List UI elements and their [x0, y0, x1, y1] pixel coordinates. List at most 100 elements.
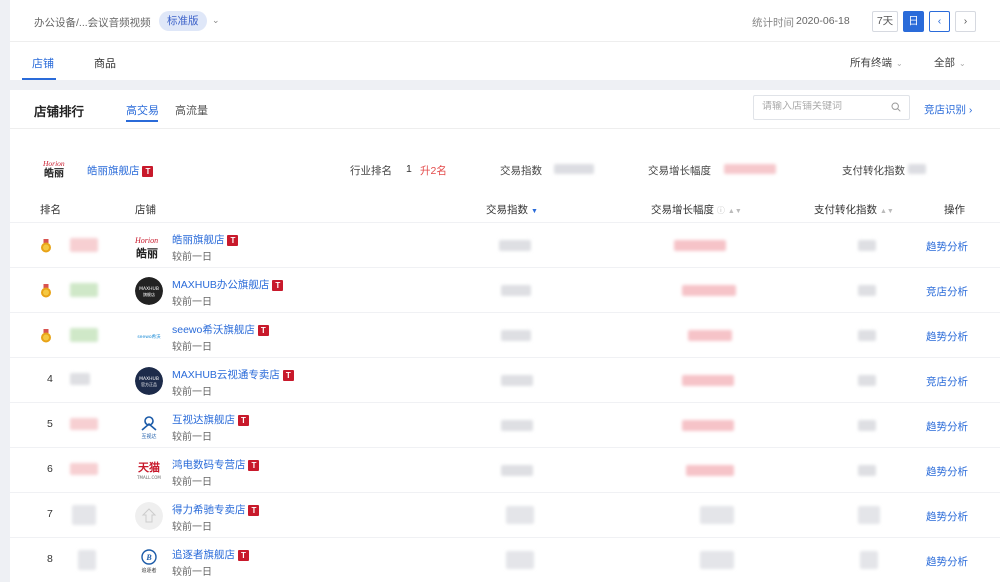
rank-change-masked [70, 328, 98, 342]
stat-date: 2020-06-18 [796, 15, 850, 27]
col-conversion-index-label: 支付转化指数 [814, 204, 877, 216]
svg-text:Horion: Horion [135, 236, 158, 245]
svg-text:皓丽: 皓丽 [44, 167, 64, 179]
svg-text:Horion: Horion [43, 159, 65, 168]
gold-medal-icon [41, 284, 51, 298]
shop-name: 得力希驰专卖店 [172, 504, 246, 516]
subtab-high-trade[interactable]: 高交易 [126, 102, 159, 118]
trade-growth-masked [724, 164, 776, 174]
trade-growth-label: 交易增长幅度 [648, 165, 711, 177]
shop-name: MAXHUB办公旗舰店 [172, 279, 270, 291]
shop-name-link[interactable]: 鸿电数码专营店 T [172, 457, 260, 472]
table-row: seewo希沃 seewo希沃旗舰店 T 较前一日 趋势分析 [10, 312, 1000, 357]
col-trade-growth-label: 交易增长幅度 [651, 204, 714, 216]
category-breadcrumb[interactable]: 办公设备/...会议音频视频 [34, 15, 151, 30]
trend-analysis-link[interactable]: 趋势分析 [926, 239, 968, 254]
trade-index-masked [506, 551, 534, 569]
search-input[interactable] [762, 101, 882, 112]
col-rank: 排名 [40, 204, 61, 216]
table-row: Horion 皓丽 皓丽旗舰店 T 较前一日 趋势分析 [10, 222, 1000, 267]
chevron-down-icon: ⌄ [896, 59, 903, 68]
compete-identify-link[interactable]: 竞店识别 › [924, 102, 972, 117]
tab-underline [22, 78, 56, 80]
compare-label: 较前一日 [172, 432, 212, 443]
shop-name-link[interactable]: 追逐者旗舰店 T [172, 547, 249, 562]
help-icon[interactable]: ⓘ [717, 206, 725, 215]
trade-index-label: 交易指数 [500, 165, 542, 177]
trade-index-masked [501, 465, 533, 476]
sort-icon: ▼ [531, 208, 538, 215]
compete-analysis-link[interactable]: 竞店分析 [926, 284, 968, 299]
tab-shop[interactable]: 店铺 [32, 55, 54, 71]
trend-analysis-link[interactable]: 趋势分析 [926, 329, 968, 344]
svg-text:B: B [145, 553, 152, 562]
subtab-underline [126, 120, 158, 122]
svg-text:TMALL.COM: TMALL.COM [136, 475, 161, 480]
tab-product[interactable]: 商品 [94, 55, 116, 71]
shop-name-link[interactable]: MAXHUB办公旗舰店 T [172, 277, 284, 292]
trend-analysis-link[interactable]: 趋势分析 [926, 554, 968, 569]
svg-text:皓丽: 皓丽 [136, 246, 158, 260]
conversion-index-masked [858, 506, 880, 524]
scope-filter[interactable]: 全部 ⌄ [934, 55, 966, 70]
svg-text:旗舰店: 旗舰店 [143, 291, 155, 297]
col-trade-index[interactable]: 交易指数 ▼ [486, 202, 538, 217]
table-row: MAXHUB 旗舰店 MAXHUB办公旗舰店 T 较前一日 竞店分析 [10, 267, 1000, 312]
rank-number: 7 [47, 508, 53, 520]
compete-analysis-link[interactable]: 竞店分析 [926, 374, 968, 389]
conversion-index-masked [858, 330, 876, 341]
rank-number: 5 [47, 418, 53, 430]
shop-name-link[interactable]: seewo希沃旗舰店 T [172, 322, 269, 337]
conversion-index-masked [908, 164, 926, 174]
search-icon[interactable] [891, 102, 901, 112]
col-trade-index-label: 交易指数 [486, 204, 528, 216]
trend-analysis-link[interactable]: 趋势分析 [926, 464, 968, 479]
trade-growth-masked [682, 285, 736, 296]
rank-change-masked [70, 238, 98, 252]
trade-index-masked [501, 375, 533, 386]
rank-change-masked [70, 418, 98, 430]
compare-label: 较前一日 [172, 297, 212, 308]
shop-name-link[interactable]: 得力希驰专卖店 T [172, 502, 260, 517]
version-badge[interactable]: 标准版 [159, 11, 207, 31]
chevron-down-icon[interactable]: ⌄ [212, 15, 220, 26]
subtab-high-traffic[interactable]: 高流量 [175, 102, 208, 118]
tmall-badge: T [142, 165, 154, 177]
chevron-left-icon: ‹ [937, 15, 942, 27]
col-conversion-index[interactable]: 支付转化指数 ▲▼ [814, 202, 894, 217]
panel-divider [10, 128, 1000, 129]
horion-logo: Horion 皓丽 [43, 159, 65, 179]
terminal-filter[interactable]: 所有终端 ⌄ [850, 55, 903, 70]
tmall-logo: 天猫TMALL.COM [135, 457, 163, 485]
shop-name-link[interactable]: 互视达旗舰店 T [172, 412, 249, 427]
conversion-index-masked [858, 285, 876, 296]
trend-analysis-link[interactable]: 趋势分析 [926, 509, 968, 524]
scope-filter-label: 全部 [934, 57, 955, 69]
tmall-badge: T [248, 459, 260, 471]
table-row: 6 天猫 TMALL.COM 鸿电数码专营店 T 较前一日 趋势分析 [10, 447, 1000, 492]
trade-growth-masked [674, 240, 726, 251]
shop-name: 鸿电数码专营店 [172, 459, 246, 471]
shop-name-link[interactable]: MAXHUB云视通专卖店 T [172, 367, 294, 382]
tmall-badge: T [227, 234, 239, 246]
compare-label: 较前一日 [172, 567, 212, 578]
prev-date-button[interactable]: ‹ [929, 11, 950, 32]
col-shop: 店铺 [135, 204, 156, 216]
trade-growth-masked [700, 551, 734, 569]
panel-title: 店铺排行 [34, 105, 85, 119]
next-date-button[interactable]: › [955, 11, 976, 32]
rank-change-masked [78, 550, 96, 570]
compare-label: 较前一日 [172, 387, 212, 398]
chevron-right-icon: › [968, 104, 973, 116]
rank-number: 8 [47, 553, 53, 565]
col-trade-growth[interactable]: 交易增长幅度 ⓘ ▲▼ [651, 202, 742, 217]
period-day-button[interactable]: 日 [903, 11, 924, 32]
hushida-logo: 互视达 [135, 412, 163, 440]
table-header: 排名 店铺 交易指数 ▼ 交易增长幅度 ⓘ ▲▼ 支付转化指数 ▲▼ 操作 [10, 196, 1000, 222]
conversion-index-masked [858, 420, 876, 431]
shop-name-link[interactable]: 皓丽旗舰店 T [172, 232, 239, 247]
trend-analysis-link[interactable]: 趋势分析 [926, 419, 968, 434]
period-7day-button[interactable]: 7天 [872, 11, 898, 32]
summary-shop-link[interactable]: 皓丽旗舰店 T [87, 163, 154, 178]
table-row: 7 得力希驰专卖店 T 较前一日 趋势分析 [10, 492, 1000, 537]
